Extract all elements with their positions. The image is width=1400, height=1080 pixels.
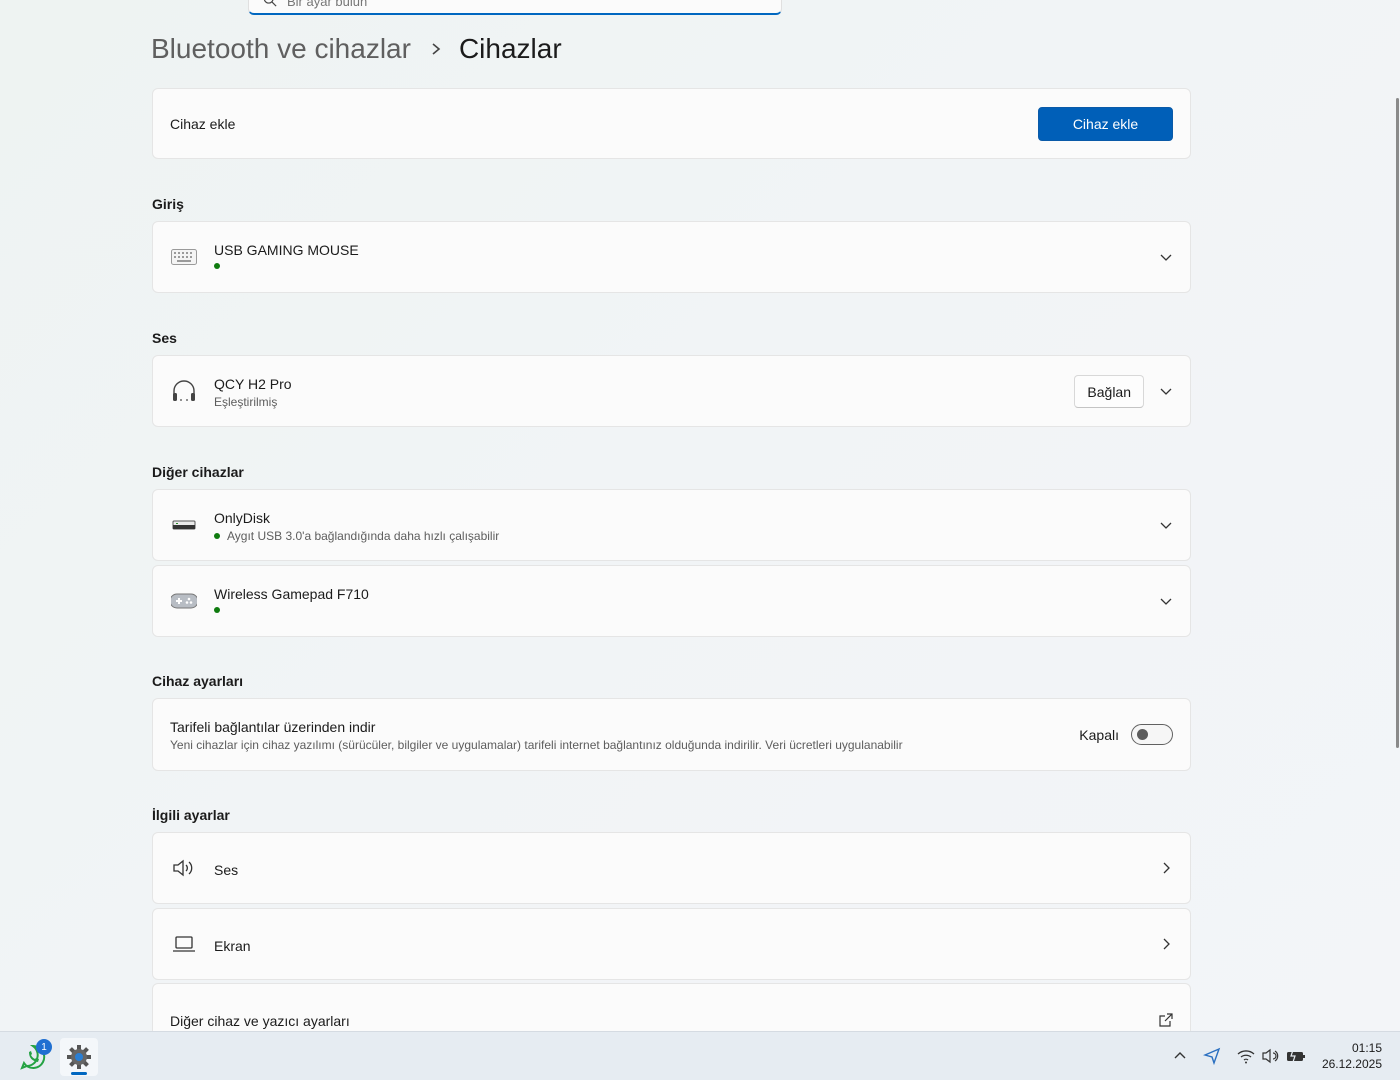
metered-toggle[interactable] <box>1131 724 1173 745</box>
taskbar-whatsapp[interactable]: 1 <box>14 1038 52 1076</box>
device-status: Eşleştirilmiş <box>214 395 278 409</box>
usb-drive-icon <box>170 511 198 539</box>
toggle-state-label: Kapalı <box>1079 727 1119 743</box>
notification-badge: 1 <box>36 1039 52 1055</box>
related-label: Ekran <box>214 938 251 954</box>
device-card-gamepad[interactable]: Wireless Gamepad F710 <box>152 565 1191 637</box>
device-status <box>214 263 227 269</box>
external-link-icon <box>1159 1013 1173 1027</box>
gamepad-icon <box>170 587 198 615</box>
speaker-icon <box>170 854 198 882</box>
search-box[interactable]: Bir ayar bulun <box>248 0 782 15</box>
add-device-card: Cihaz ekle Cihaz ekle <box>152 88 1191 159</box>
status-dot <box>214 263 220 269</box>
chevron-down-icon[interactable] <box>1158 517 1174 533</box>
settings-icon <box>67 1045 91 1069</box>
location-icon[interactable] <box>1202 1046 1222 1066</box>
page-title: Cihazlar <box>458 33 562 64</box>
toggle-knob <box>1137 729 1148 740</box>
chevron-down-icon[interactable] <box>1158 249 1174 265</box>
related-label: Diğer cihaz ve yazıcı ayarları <box>170 1013 350 1029</box>
device-name: QCY H2 Pro <box>214 376 292 392</box>
section-other-devices: Diğer cihazlar <box>152 464 244 480</box>
clock-time: 01:15 <box>1351 1041 1382 1055</box>
device-card-mouse[interactable]: USB GAMING MOUSE <box>152 221 1191 293</box>
device-card-headphones[interactable]: QCY H2 Pro Eşleştirilmiş Bağlan <box>152 355 1191 427</box>
chevron-down-icon[interactable] <box>1158 383 1174 399</box>
status-dot <box>214 533 220 539</box>
metered-description: Yeni cihazlar için cihaz yazılımı (sürüc… <box>170 738 903 752</box>
chevron-down-icon[interactable] <box>1158 593 1174 609</box>
section-device-settings: Cihaz ayarları <box>152 673 244 689</box>
device-name: USB GAMING MOUSE <box>214 242 359 258</box>
clock-date: 26.12.2025 <box>1321 1057 1382 1071</box>
connect-button[interactable]: Bağlan <box>1074 375 1144 408</box>
active-indicator <box>71 1072 87 1075</box>
chevron-right-icon <box>432 43 441 55</box>
device-name: Wireless Gamepad F710 <box>214 586 369 602</box>
clock[interactable]: 01:15 26.12.2025 <box>1322 1040 1382 1072</box>
related-sound-link[interactable]: Ses <box>152 832 1191 904</box>
section-audio: Ses <box>152 330 177 346</box>
wifi-icon[interactable] <box>1236 1046 1256 1066</box>
breadcrumb: Bluetooth ve cihazlar Cihazlar <box>151 33 562 65</box>
laptop-icon <box>170 930 198 958</box>
device-status-text: Aygıt USB 3.0'a bağlandığında daha hızlı… <box>227 529 500 543</box>
battery-icon[interactable] <box>1286 1046 1306 1066</box>
search-input[interactable]: Bir ayar bulun <box>287 0 367 9</box>
related-display-link[interactable]: Ekran <box>152 908 1191 980</box>
section-input: Giriş <box>152 196 184 212</box>
chevron-right-icon <box>1163 862 1170 874</box>
chevron-right-icon <box>1163 938 1170 950</box>
search-icon <box>263 0 277 7</box>
status-dot <box>214 607 220 613</box>
scrollbar[interactable] <box>1396 98 1399 748</box>
device-status: Aygıt USB 3.0'a bağlandığında daha hızlı… <box>214 529 499 543</box>
add-device-label: Cihaz ekle <box>170 115 236 132</box>
metered-download-card: Tarifeli bağlantılar üzerinden indir Yen… <box>152 698 1191 771</box>
headphones-icon <box>170 377 198 405</box>
taskbar: 1 01:15 26.12.2025 <box>0 1031 1400 1080</box>
device-card-onlydisk[interactable]: OnlyDisk Aygıt USB 3.0'a bağlandığında d… <box>152 489 1191 561</box>
keyboard-icon <box>170 243 198 271</box>
breadcrumb-parent[interactable]: Bluetooth ve cihazlar <box>151 33 411 65</box>
device-name: OnlyDisk <box>214 510 271 526</box>
related-label: Ses <box>214 862 239 878</box>
chevron-up-icon[interactable] <box>1170 1046 1190 1066</box>
taskbar-settings[interactable] <box>60 1038 98 1076</box>
volume-icon[interactable] <box>1261 1046 1281 1066</box>
section-related-settings: İlgili ayarlar <box>152 807 230 823</box>
metered-title: Tarifeli bağlantılar üzerinden indir <box>170 719 376 735</box>
add-device-button[interactable]: Cihaz ekle <box>1038 107 1173 141</box>
device-status <box>214 607 227 613</box>
